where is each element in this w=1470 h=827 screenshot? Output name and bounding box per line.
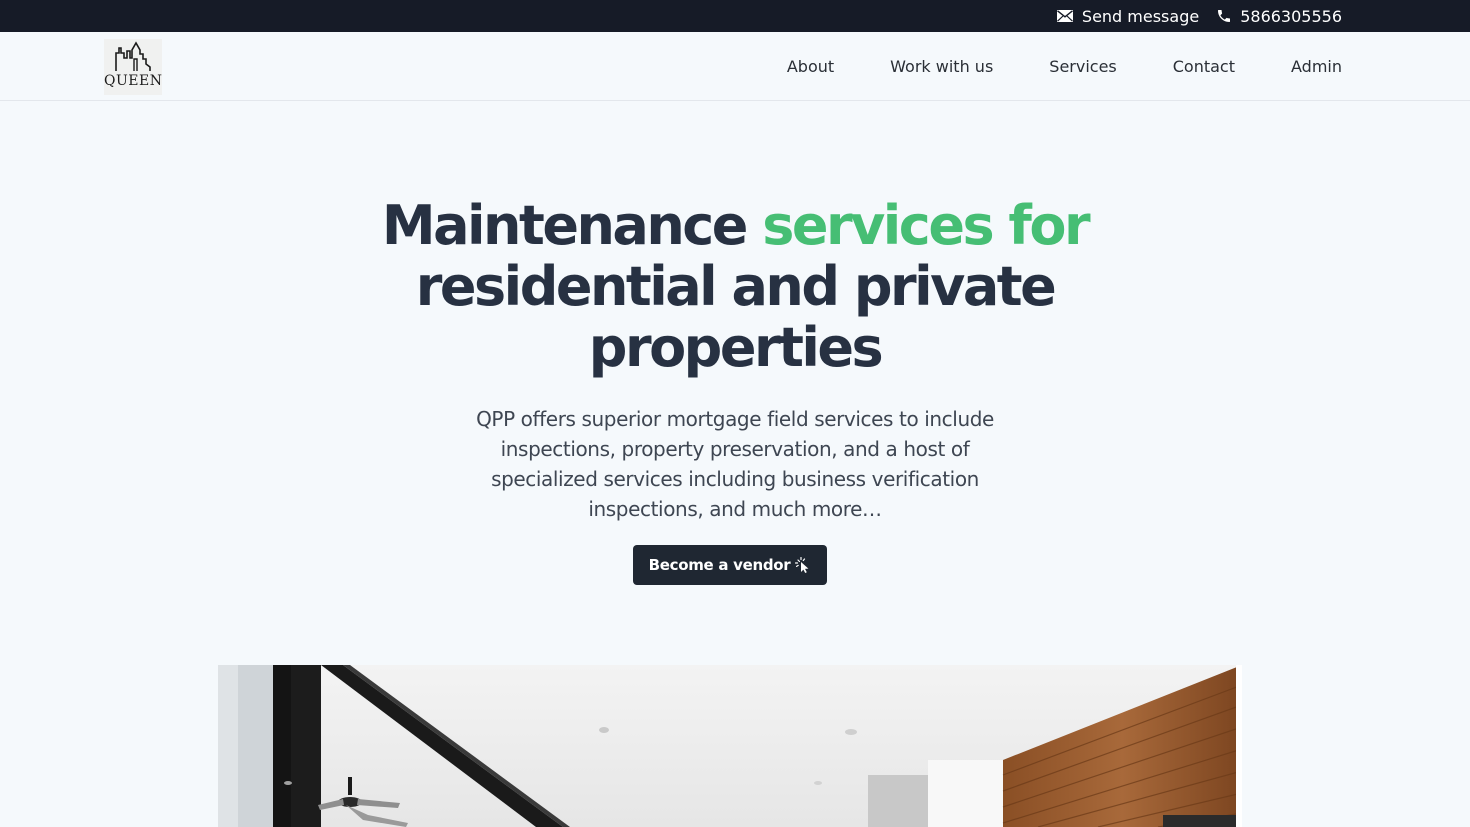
hero-description: QPP offers superior mortgage field servi…	[476, 407, 994, 521]
cursor-click-icon	[795, 557, 811, 573]
send-message-label: Send message	[1081, 6, 1200, 26]
become-vendor-label: Become a vendor	[648, 556, 791, 574]
phone-number: 5866305556	[1240, 6, 1342, 26]
nav-contact[interactable]: Contact	[1173, 57, 1235, 76]
hero-title-accent: services for	[762, 194, 1090, 257]
phone-icon	[1215, 8, 1232, 25]
nav-about[interactable]: About	[787, 57, 834, 76]
phone-link[interactable]: 5866305556	[1215, 7, 1342, 26]
hero-section: Maintenance services for residential and…	[0, 195, 1470, 524]
top-bar: Send message 5866305556	[0, 0, 1470, 32]
hero-title-part2: residential and private properties	[415, 255, 1057, 379]
main-navbar: QUEEN About Work with us Services Contac…	[0, 32, 1470, 101]
top-bar-contact: Send message 5866305556	[1057, 0, 1342, 32]
nav-services[interactable]: Services	[1049, 57, 1116, 76]
skyline-logo-icon	[115, 41, 151, 71]
hero-title: Maintenance services for residential and…	[325, 195, 1145, 378]
nav-work-with-us[interactable]: Work with us	[890, 57, 993, 76]
hero-title-part1: Maintenance	[381, 194, 763, 257]
hero-interior-image	[218, 665, 1242, 827]
primary-nav: About Work with us Services Contact Admi…	[787, 32, 1342, 100]
send-message-link[interactable]: Send message	[1057, 7, 1199, 26]
become-vendor-button[interactable]: Become a vendor	[633, 545, 827, 585]
logo-text: QUEEN	[104, 73, 163, 89]
mail-icon	[1057, 8, 1074, 25]
logo[interactable]: QUEEN	[104, 39, 162, 95]
nav-admin[interactable]: Admin	[1291, 57, 1342, 76]
